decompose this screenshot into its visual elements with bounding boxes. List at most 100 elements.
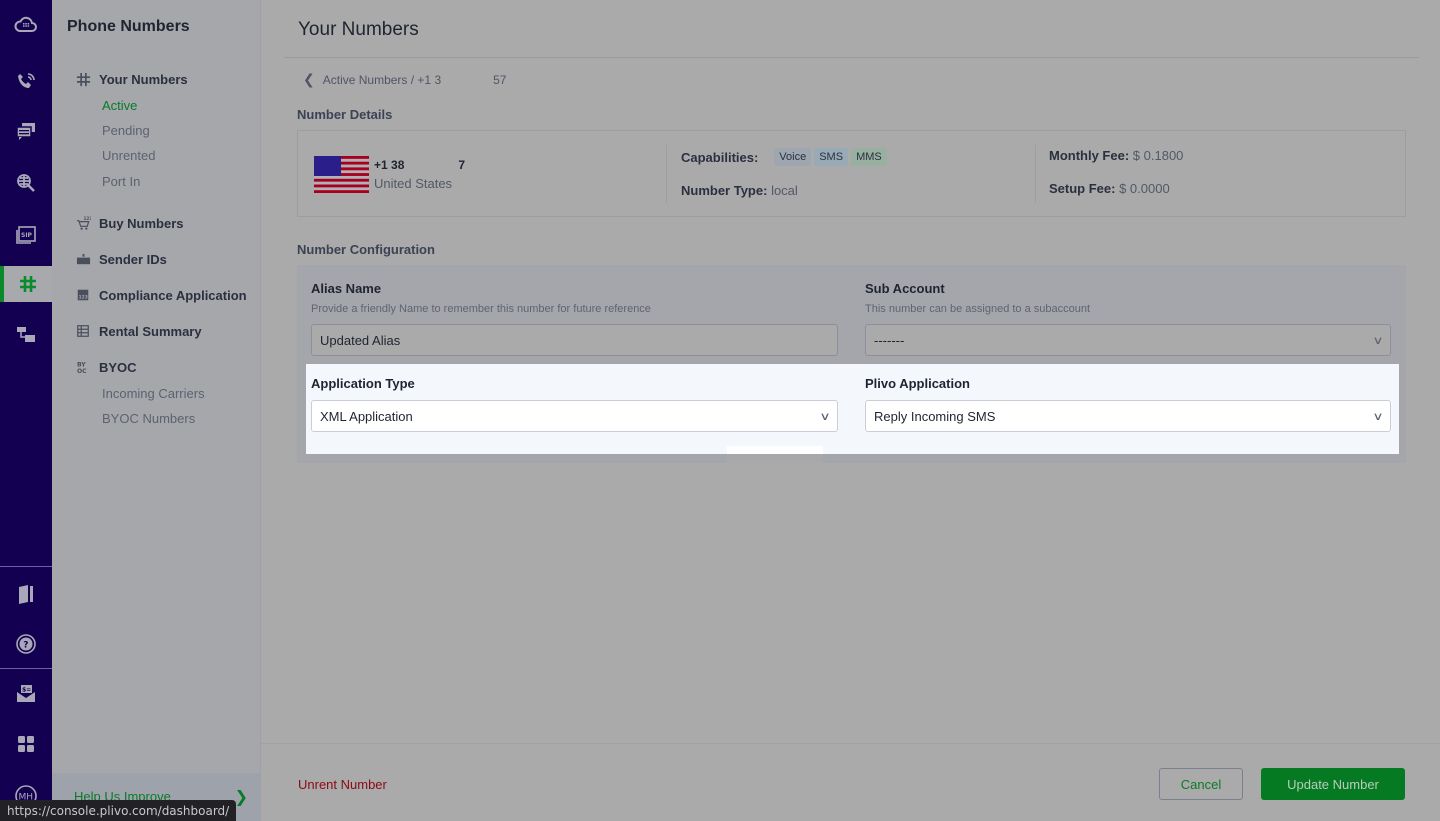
sidebar-item-label: Sender IDs bbox=[99, 251, 167, 267]
sub-account-select[interactable]: ------- ∨ bbox=[865, 324, 1391, 356]
dashboard-icon[interactable] bbox=[0, 6, 52, 42]
chevron-down-icon: ∨ bbox=[1372, 334, 1384, 347]
hash-icon bbox=[75, 71, 91, 87]
svg-text:OC: OC bbox=[76, 368, 86, 375]
breadcrumb-prefix: Active Numbers / +1 3 bbox=[322, 72, 442, 87]
application-type-value: XML Application bbox=[320, 408, 413, 424]
byoc-icon: BY OC bbox=[75, 359, 91, 375]
cart-icon: 123 bbox=[75, 215, 91, 231]
rail-divider bbox=[0, 668, 52, 669]
sidebar-item-sender-ids[interactable]: Sender IDs bbox=[75, 251, 167, 267]
sidebar-item-byoc[interactable]: BY OC BYOC bbox=[75, 359, 137, 375]
page-title: Your Numbers bbox=[298, 19, 419, 40]
zentrunk-icon[interactable] bbox=[0, 316, 52, 352]
messaging-icon[interactable] bbox=[0, 114, 52, 150]
table-icon bbox=[75, 323, 91, 339]
breadcrumb-suffix: 57 bbox=[493, 72, 507, 87]
setup-fee-label: Setup Fee: bbox=[1049, 181, 1116, 196]
update-number-button[interactable]: Update Number bbox=[1261, 768, 1405, 800]
sidebar-item-pending[interactable]: Pending bbox=[102, 123, 150, 138]
alias-name-help: Provide a friendly Name to remember this… bbox=[311, 303, 651, 315]
help-icon[interactable]: ? bbox=[0, 626, 52, 662]
sub-account-help: This number can be assigned to a subacco… bbox=[865, 303, 1091, 315]
capability-badge-voice: Voice bbox=[774, 148, 812, 166]
alias-name-label: Alias Name bbox=[311, 281, 382, 296]
sidebar-item-label: Buy Numbers bbox=[99, 215, 184, 231]
sidebar-item-label: BYOC bbox=[99, 359, 137, 375]
sidebar-item-port-in[interactable]: Port In bbox=[102, 174, 140, 189]
footer-bar: Unrent Number Cancel Update Number bbox=[261, 743, 1440, 821]
number-details-heading: Number Details bbox=[297, 107, 393, 122]
divider bbox=[1035, 145, 1036, 203]
svg-text:?: ? bbox=[23, 641, 28, 651]
sidebar-item-your-numbers[interactable]: Your Numbers bbox=[75, 71, 188, 87]
sidebar-item-unrented[interactable]: Unrented bbox=[102, 148, 155, 163]
alias-name-input[interactable]: Updated Alias bbox=[311, 324, 838, 356]
us-flag-icon bbox=[314, 156, 369, 193]
sidebar-item-active[interactable]: Active bbox=[102, 98, 137, 113]
monthly-fee-label: Monthly Fee: bbox=[1049, 148, 1130, 163]
setup-fee-row: Setup Fee: $ 0.0000 bbox=[1049, 181, 1170, 196]
compliance-icon: 123 bbox=[75, 287, 91, 303]
sidebar-item-label: Your Numbers bbox=[99, 71, 188, 87]
capability-badge-sms: SMS bbox=[814, 148, 849, 166]
number-details-card: +1 38 7 United States Capabilities: Voice… bbox=[297, 130, 1406, 217]
capability-badges: Voice SMS MMS bbox=[774, 148, 889, 166]
sidebar-item-compliance-application[interactable]: 123 Compliance Application bbox=[75, 287, 247, 303]
capability-badge-mms: MMS bbox=[851, 148, 887, 166]
phone-numbers-sidebar: Phone Numbers Your Numbers Active Pendin… bbox=[52, 0, 260, 821]
country: United States bbox=[374, 176, 453, 191]
redaction-mask bbox=[441, 74, 494, 87]
phone-number-suffix: 7 bbox=[458, 158, 466, 172]
sidebar-item-incoming-carriers[interactable]: Incoming Carriers bbox=[102, 386, 205, 401]
monthly-fee-row: Monthly Fee: $ 0.1800 bbox=[1049, 148, 1183, 163]
svg-text:123: 123 bbox=[79, 295, 88, 301]
number-type-label: Number Type: bbox=[681, 183, 768, 198]
chevron-left-icon: ❮ bbox=[303, 71, 315, 87]
phone-number-prefix: +1 38 bbox=[374, 158, 405, 172]
application-config-highlight: Application Type XML Application ∨ Plivo… bbox=[306, 364, 1399, 454]
docs-icon[interactable] bbox=[0, 576, 52, 612]
main-content: Your Numbers ❮ Active Numbers / +1 3 57 N… bbox=[260, 0, 1440, 821]
breadcrumb[interactable]: ❮ Active Numbers / +1 3 57 bbox=[303, 71, 506, 88]
voice-icon[interactable] bbox=[0, 64, 52, 100]
number-type-row: Number Type: local bbox=[681, 183, 798, 198]
sidebar-title: Phone Numbers bbox=[67, 18, 190, 35]
chevron-right-icon: ❯ bbox=[234, 789, 248, 806]
monthly-fee-value: $ 0.1800 bbox=[1132, 148, 1184, 163]
application-type-select[interactable]: XML Application ∨ bbox=[311, 400, 838, 432]
phone-number: +1 38 7 bbox=[374, 158, 465, 172]
chevron-down-icon: ∨ bbox=[1372, 410, 1384, 423]
icon-rail: SIP ? $= MH bbox=[0, 0, 52, 821]
capabilities-label: Capabilities: bbox=[681, 149, 759, 165]
sender-id-icon bbox=[75, 251, 91, 267]
number-configuration-heading: Number Configuration bbox=[297, 242, 435, 257]
apps-icon[interactable] bbox=[0, 726, 52, 762]
billing-icon[interactable]: $= bbox=[0, 676, 52, 712]
unrent-number-link[interactable]: Unrent Number bbox=[298, 777, 387, 792]
setup-fee-value: $ 0.0000 bbox=[1119, 181, 1170, 196]
plivo-application-select[interactable]: Reply Incoming SMS ∨ bbox=[865, 400, 1391, 432]
plivo-application-label: Plivo Application bbox=[865, 376, 970, 391]
sidebar-item-byoc-numbers[interactable]: BYOC Numbers bbox=[102, 411, 195, 426]
cancel-button[interactable]: Cancel bbox=[1159, 768, 1243, 800]
sip-icon[interactable]: SIP bbox=[0, 216, 52, 252]
status-bar-url: https://console.plivo.com/dashboard/ bbox=[0, 800, 237, 821]
sidebar-item-label: Rental Summary bbox=[99, 323, 202, 339]
number-type-value: local bbox=[771, 183, 798, 198]
rail-divider bbox=[0, 566, 52, 567]
svg-text:123: 123 bbox=[83, 216, 91, 221]
application-type-label: Application Type bbox=[311, 376, 415, 391]
divider bbox=[666, 145, 667, 203]
header-divider bbox=[284, 57, 1419, 58]
tooltip-anchor bbox=[727, 446, 823, 454]
plivo-application-value: Reply Incoming SMS bbox=[874, 408, 996, 424]
chevron-down-icon: ∨ bbox=[819, 410, 831, 423]
lookup-icon[interactable] bbox=[0, 165, 52, 201]
sidebar-item-rental-summary[interactable]: Rental Summary bbox=[75, 323, 202, 339]
breadcrumb-text: Active Numbers / +1 3 57 bbox=[323, 73, 507, 87]
sub-account-label: Sub Account bbox=[865, 281, 945, 296]
sidebar-item-buy-numbers[interactable]: 123 Buy Numbers bbox=[75, 215, 184, 231]
phone-numbers-icon[interactable] bbox=[0, 266, 52, 302]
overlay-notch bbox=[727, 454, 823, 463]
